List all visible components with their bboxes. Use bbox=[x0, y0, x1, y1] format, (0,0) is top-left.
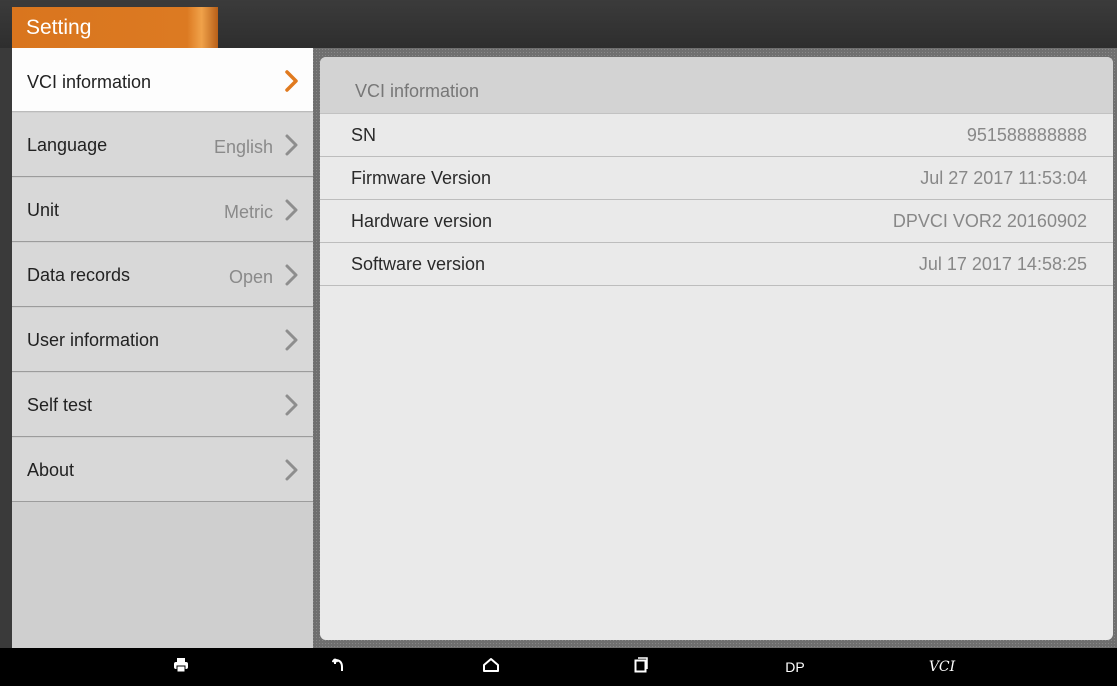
dp-button[interactable]: DP bbox=[780, 648, 810, 686]
recent-apps-button[interactable] bbox=[628, 648, 654, 686]
sidebar-item-language[interactable]: Language English bbox=[12, 113, 313, 177]
info-key: Hardware version bbox=[351, 211, 493, 231]
sidebar-item-user-information[interactable]: User information bbox=[12, 308, 313, 372]
printer-button[interactable] bbox=[168, 648, 194, 686]
info-row-firmware-version: Firmware Version Jul 27 2017 11:53:04 bbox=[320, 157, 1113, 200]
home-button[interactable] bbox=[476, 648, 506, 686]
sidebar-item-label: Self test bbox=[27, 395, 93, 415]
back-button[interactable] bbox=[326, 648, 352, 686]
sidebar-item-label: Data records bbox=[27, 265, 131, 285]
title-bar: Setting bbox=[0, 0, 1117, 48]
sidebar-item-data-records[interactable]: Data records Open bbox=[12, 243, 313, 307]
title-tab: Setting bbox=[12, 7, 218, 48]
info-value: Jul 17 2017 14:58:25 bbox=[918, 254, 1087, 274]
chevron-right-icon bbox=[285, 394, 299, 420]
chevron-right-icon bbox=[285, 70, 299, 96]
vci-label: VCI bbox=[928, 659, 956, 675]
info-key: Software version bbox=[351, 254, 486, 274]
sidebar-item-about[interactable]: About bbox=[12, 438, 313, 502]
back-icon bbox=[331, 657, 346, 678]
panel-header: VCI information bbox=[320, 57, 1113, 114]
vci-information-panel: VCI information SN 951588888888 Firmware… bbox=[320, 57, 1113, 640]
page-title: Setting bbox=[26, 16, 92, 39]
chevron-right-icon bbox=[285, 329, 299, 355]
info-value: 951588888888 bbox=[966, 125, 1087, 145]
chevron-right-icon bbox=[285, 459, 299, 485]
sidebar-item-label: Unit bbox=[27, 200, 60, 220]
info-key: Firmware Version bbox=[351, 168, 492, 188]
vci-button[interactable]: VCI bbox=[924, 648, 960, 686]
info-value: Jul 27 2017 11:53:04 bbox=[920, 168, 1087, 188]
dp-label: DP bbox=[785, 659, 805, 675]
home-icon bbox=[482, 657, 500, 678]
sidebar-item-vci-information[interactable]: VCI information bbox=[12, 48, 313, 112]
info-key: SN bbox=[351, 125, 377, 145]
panel-title: VCI information bbox=[355, 81, 480, 101]
chevron-right-icon bbox=[285, 264, 299, 290]
sidebar-item-value: Metric bbox=[224, 202, 273, 222]
chevron-right-icon bbox=[285, 134, 299, 160]
sidebar-item-self-test[interactable]: Self test bbox=[12, 373, 313, 437]
info-row-hardware-version: Hardware version DPVCI VOR2 20160902 bbox=[320, 200, 1113, 243]
sidebar-item-label: About bbox=[27, 460, 75, 480]
sidebar-item-value: English bbox=[213, 137, 273, 157]
sidebar-item-unit[interactable]: Unit Metric bbox=[12, 178, 313, 242]
info-value: DPVCI VOR2 20160902 bbox=[892, 211, 1087, 231]
sidebar-item-value: Open bbox=[228, 267, 273, 287]
info-row-sn: SN 951588888888 bbox=[320, 114, 1113, 157]
sidebar: VCI information Language English Unit Me… bbox=[12, 48, 313, 648]
recent-apps-icon bbox=[634, 656, 648, 678]
sidebar-item-label: User information bbox=[27, 330, 160, 350]
info-row-software-version: Software version Jul 17 2017 14:58:25 bbox=[320, 243, 1113, 286]
android-nav-bar: DP VCI bbox=[0, 648, 1117, 686]
chevron-right-icon bbox=[285, 199, 299, 225]
sidebar-item-label: VCI information bbox=[27, 72, 152, 92]
printer-icon bbox=[173, 657, 189, 678]
sidebar-item-label: Language bbox=[27, 135, 108, 155]
